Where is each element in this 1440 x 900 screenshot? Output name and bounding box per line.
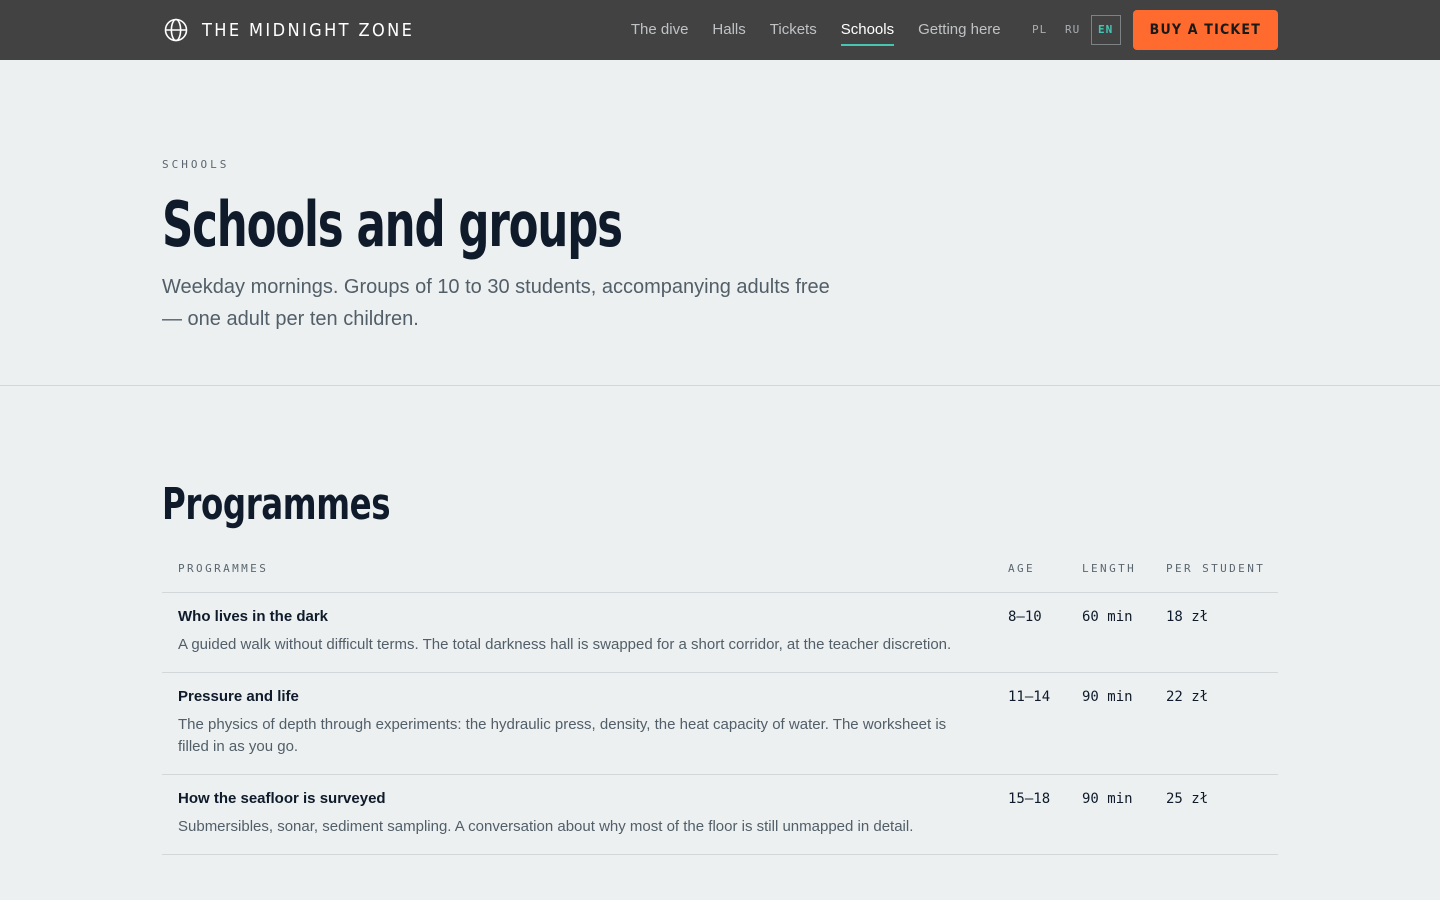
programme-price: 22 zł: [1166, 672, 1278, 775]
programme-cell: How the seafloor is surveyed Submersible…: [162, 774, 1008, 855]
programme-length: 60 min: [1082, 592, 1166, 673]
nav-link-tickets[interactable]: Tickets: [770, 0, 817, 60]
section-eyebrow: SCHOOLS: [162, 158, 230, 171]
top-navigation-bar: THE MIDNIGHT ZONE The dive Halls Tickets…: [0, 0, 1440, 60]
nav-link-getting-here[interactable]: Getting here: [918, 0, 1001, 60]
programmes-heading: Programmes: [162, 479, 391, 530]
table-row: Who lives in the dark A guided walk with…: [162, 592, 1278, 673]
programmes-section: Programmes PROGRAMMES AGE LENGTH PER STU…: [0, 386, 1440, 855]
buy-ticket-button[interactable]: BUY A TICKET: [1132, 10, 1278, 50]
programme-description: The physics of depth through experiments…: [178, 715, 947, 755]
language-option-ru[interactable]: RU: [1058, 15, 1088, 45]
column-header-price: PER STUDENT: [1166, 546, 1278, 593]
page-title: Schools and groups: [162, 188, 623, 261]
programme-description: A guided walk without difficult terms. T…: [178, 635, 952, 653]
programme-age: 15–18: [1008, 774, 1082, 855]
language-option-en[interactable]: EN: [1090, 15, 1121, 45]
table-header-row: PROGRAMMES AGE LENGTH PER STUDENT: [162, 546, 1278, 593]
nav-link-halls[interactable]: Halls: [712, 0, 745, 60]
programme-name: Who lives in the dark: [178, 607, 329, 625]
globe-icon: [164, 18, 188, 42]
programme-cell: Pressure and life The physics of depth t…: [162, 672, 1008, 775]
programme-age: 8–10: [1008, 592, 1082, 673]
programme-age: 11–14: [1008, 672, 1082, 775]
programme-length: 90 min: [1082, 774, 1166, 855]
column-header-programme: PROGRAMMES: [162, 546, 1008, 593]
column-header-length: LENGTH: [1082, 546, 1166, 593]
language-switcher: PL RU EN: [1025, 15, 1121, 45]
brand-name: THE MIDNIGHT ZONE: [202, 19, 415, 41]
nav-link-schools[interactable]: Schools: [840, 0, 895, 60]
page-subtitle: Weekday mornings. Groups of 10 to 30 stu…: [162, 276, 830, 330]
table-row: How the seafloor is surveyed Submersible…: [162, 774, 1278, 855]
programme-name: How the seafloor is surveyed: [178, 789, 386, 807]
programme-price: 18 zł: [1166, 592, 1278, 673]
programme-name: Pressure and life: [178, 687, 299, 705]
column-header-age: AGE: [1008, 546, 1082, 593]
programmes-table: PROGRAMMES AGE LENGTH PER STUDENT Who li…: [162, 546, 1278, 855]
brand-logo[interactable]: THE MIDNIGHT ZONE: [164, 18, 414, 42]
programme-cell: Who lives in the dark A guided walk with…: [162, 592, 1008, 673]
nav-link-the-dive[interactable]: The dive: [631, 0, 689, 60]
table-row: Pressure and life The physics of depth t…: [162, 672, 1278, 775]
language-option-pl[interactable]: PL: [1025, 15, 1055, 45]
programme-length: 90 min: [1082, 672, 1166, 775]
programme-price: 25 zł: [1166, 774, 1278, 855]
hero-section: SCHOOLS Schools and groups Weekday morni…: [0, 60, 1440, 386]
main-nav: The dive Halls Tickets Schools Getting h…: [631, 0, 1001, 60]
programme-description: Submersibles, sonar, sediment sampling. …: [178, 817, 914, 835]
